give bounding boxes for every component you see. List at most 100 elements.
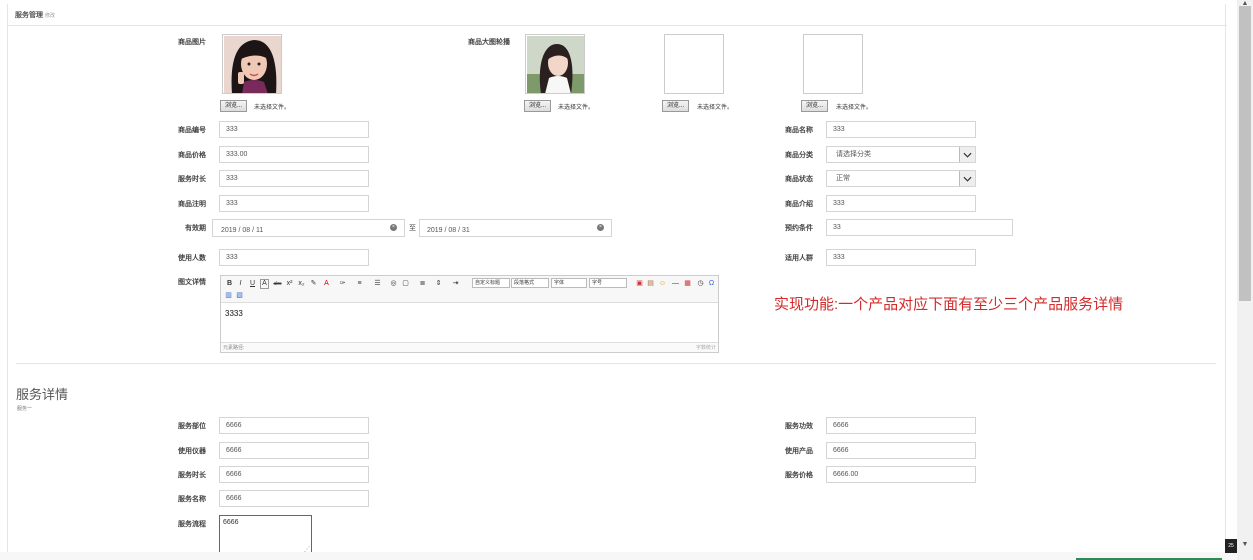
font-size-select[interactable]: 字号 — [589, 278, 627, 288]
carousel-image-3-preview[interactable] — [803, 34, 863, 94]
carousel-image-label: 商品大图轮播 — [468, 39, 510, 46]
clear-format-icon[interactable]: ◎ — [389, 279, 398, 289]
instrument-input[interactable]: 6666 — [219, 442, 369, 459]
carousel-1-no-file: 未选择文件。 — [558, 105, 595, 111]
service-effect-input[interactable]: 6666 — [826, 417, 976, 434]
preview-icon[interactable]: ▥ — [224, 291, 233, 301]
line-height-icon[interactable]: ≣ — [418, 279, 427, 289]
service-process-value: 6666 — [223, 519, 239, 526]
product-name-input[interactable]: 333 — [826, 121, 976, 138]
corner-badge: 25 — [1225, 539, 1237, 553]
validity-end-date-input[interactable]: 2019 / 08 / 31 × — [419, 219, 612, 237]
status-selected-value: 正常 — [836, 175, 850, 182]
audience-label: 适用人群 — [785, 255, 813, 262]
product-price-label: 商品价格 — [178, 152, 206, 159]
service-duration-label: 服务时长 — [178, 176, 206, 183]
validity-start-value: 2019 / 08 / 11 — [221, 227, 264, 234]
users-count-label: 使用人数 — [178, 255, 206, 262]
product-status-select[interactable]: 正常 — [826, 170, 976, 187]
font-color-icon[interactable]: A — [322, 279, 331, 289]
service-duration-2-label: 服务时长 — [178, 472, 206, 479]
product-price-input[interactable]: 333.00 — [219, 146, 369, 163]
special-char-icon[interactable]: Ω — [707, 279, 716, 289]
unordered-list-icon[interactable]: ☰ — [373, 279, 382, 289]
product-number-input[interactable]: 333 — [219, 121, 369, 138]
product-category-label: 商品分类 — [785, 152, 813, 159]
date-range-separator: 至 — [409, 225, 416, 232]
bold-icon[interactable]: B — [225, 279, 234, 289]
horizontal-scrollbar-track — [0, 552, 1237, 560]
font-family-select[interactable]: 字体 — [551, 278, 587, 288]
clear-start-date-icon[interactable]: × — [390, 224, 397, 231]
emoji-icon[interactable]: ☺ — [658, 279, 667, 289]
service-duration-input[interactable]: 333 — [219, 170, 369, 187]
image-icon[interactable]: ▣ — [635, 279, 644, 289]
instrument-label: 使用仪器 — [178, 448, 206, 455]
carousel-image-2-preview[interactable] — [664, 34, 724, 94]
carousel-3-browse-button[interactable]: 浏览... — [801, 100, 829, 112]
vertical-scrollbar[interactable]: ▲ ▼ — [1237, 0, 1253, 560]
strikethrough-icon[interactable]: abc — [273, 279, 282, 289]
date-icon[interactable]: ▦ — [683, 279, 692, 289]
highlight-icon[interactable]: ✑ — [338, 279, 347, 289]
editor-footer: 元素路径: 字数统计 — [221, 342, 718, 352]
service-name-label: 服务名称 — [178, 496, 206, 503]
editor-toolbar: B I U A abc x² x₂ ✎ A ✑ ≡ ☰ ◎ ▢ ≣ ⇕ ⇥ 自定… — [221, 276, 718, 303]
page-title: 服务管理 修改 — [15, 10, 55, 20]
product-status-label: 商品状态 — [785, 176, 813, 183]
product-intro-input[interactable]: 333 — [826, 195, 976, 212]
service-part-label: 服务部位 — [178, 423, 206, 430]
page-subtitle: 修改 — [45, 13, 56, 19]
used-product-input[interactable]: 6666 — [826, 442, 976, 459]
paragraph-spacing-icon[interactable]: ⇕ — [434, 279, 443, 289]
carousel-2-browse-button[interactable]: 浏览... — [662, 100, 690, 112]
service-name-input[interactable]: 6666 — [219, 490, 369, 507]
validity-start-date-input[interactable]: 2019 / 08 / 11 × — [212, 219, 405, 237]
editor-content[interactable]: 3333 — [225, 309, 243, 318]
scroll-down-icon[interactable]: ▼ — [1239, 541, 1251, 549]
format-painter-icon[interactable]: ✎ — [309, 279, 318, 289]
time-icon[interactable]: ◷ — [696, 279, 705, 289]
multi-image-icon[interactable]: ▤ — [646, 279, 655, 289]
service-process-textarea[interactable]: 6666 ⋰ — [219, 515, 312, 555]
underline-icon[interactable]: U — [248, 279, 257, 289]
paste-icon[interactable]: ▢ — [401, 279, 410, 289]
indent-icon[interactable]: ⇥ — [451, 279, 460, 289]
font-border-icon[interactable]: A — [260, 279, 269, 289]
superscript-icon[interactable]: x² — [285, 279, 294, 289]
paragraph-format-select[interactable]: 段落格式 — [511, 278, 549, 288]
carousel-1-browse-button[interactable]: 浏览... — [524, 100, 552, 112]
horizontal-rule-icon[interactable]: — — [671, 279, 680, 289]
carousel-image-1-preview[interactable] — [525, 34, 585, 94]
page-title-text: 服务管理 — [15, 12, 43, 19]
italic-icon[interactable]: I — [236, 279, 245, 289]
product-category-select[interactable]: 请选择分类 — [826, 146, 976, 163]
service-part-input[interactable]: 6666 — [219, 417, 369, 434]
element-path: 元素路径: — [223, 345, 245, 351]
section-divider — [16, 363, 1216, 364]
service-effect-label: 服务功效 — [785, 423, 813, 430]
service-duration-2-input[interactable]: 6666 — [219, 466, 369, 483]
product-image-browse-button[interactable]: 浏览... — [220, 100, 248, 112]
audience-input[interactable]: 333 — [826, 249, 976, 266]
chevron-down-icon[interactable] — [959, 171, 975, 186]
subscript-icon[interactable]: x₂ — [297, 279, 306, 289]
template-icon[interactable]: ▧ — [235, 291, 244, 301]
service-price-input[interactable]: 6666.00 — [826, 466, 976, 483]
girl-photo-2-icon — [527, 36, 584, 93]
scrollbar-thumb[interactable] — [1239, 6, 1251, 301]
product-number-label: 商品编号 — [178, 127, 206, 134]
carousel-2-no-file: 未选择文件。 — [697, 105, 734, 111]
ordered-list-icon[interactable]: ≡ — [355, 279, 364, 289]
detail-label: 图文详情 — [178, 279, 206, 286]
users-count-input[interactable]: 333 — [219, 249, 369, 266]
service-process-label: 服务流程 — [178, 521, 206, 528]
product-image-label: 商品图片 — [178, 39, 206, 46]
rich-text-editor[interactable]: B I U A abc x² x₂ ✎ A ✑ ≡ ☰ ◎ ▢ ≣ ⇕ ⇥ 自定… — [220, 275, 719, 353]
booking-condition-input[interactable]: 33 — [826, 219, 1013, 236]
product-image-preview[interactable] — [222, 34, 282, 94]
clear-end-date-icon[interactable]: × — [597, 224, 604, 231]
chevron-down-icon[interactable] — [959, 147, 975, 162]
product-notice-input[interactable]: 333 — [219, 195, 369, 212]
custom-title-select[interactable]: 自定义标题 — [472, 278, 510, 288]
